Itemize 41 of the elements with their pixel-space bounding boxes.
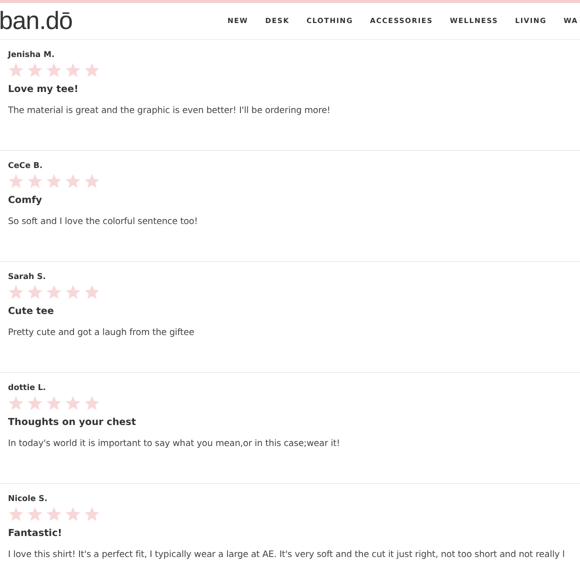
star-icon [65, 396, 81, 411]
reviewer-name: CeCe B. [8, 161, 44, 171]
review-title: Comfy [8, 194, 44, 208]
review-title: Fantastic! [8, 528, 64, 540]
star-icon [27, 284, 43, 300]
review-text: In today's world it is important to say what you mean,or in this case;wear it! [8, 438, 340, 452]
star-icon [8, 396, 24, 411]
star-icon [84, 62, 100, 78]
review-title: Cute tee [8, 306, 55, 318]
star-icon [46, 174, 62, 189]
star-icon [27, 396, 43, 411]
review-title: Thoughts on your chest [8, 416, 137, 430]
star-icon [65, 62, 81, 78]
reviewer-name: Sarah S. [8, 272, 47, 282]
review-text: So soft and I love the colorful sentence too! [8, 216, 198, 230]
star-icon [46, 396, 62, 411]
star-icon [46, 284, 62, 300]
reviewer-name: dottie L. [8, 383, 47, 393]
star-icon [84, 396, 100, 411]
star-icon [27, 174, 43, 189]
review-text: I love this shirt! It's a perfect fit, I typically wear a large at AE. It's very soft and the cut it just right, not too short and not really l [8, 549, 565, 562]
star-icon [27, 62, 43, 78]
star-icon [65, 506, 81, 522]
reviewer-name: Nicole S. [8, 494, 48, 504]
review-title: Love my tee! [8, 84, 80, 96]
star-icon [46, 62, 62, 78]
star-icon [8, 506, 24, 522]
logo[interactable]: ban.dō [0, 8, 72, 34]
star-icon [46, 506, 62, 522]
star-icon [27, 506, 43, 522]
star-icon [8, 284, 24, 300]
star-icon [8, 62, 24, 78]
review-text: Pretty cute and got a laugh from the giftee [8, 327, 194, 340]
review-text: The material is great and the graphic is even better! I'll be ordering more! [8, 105, 330, 118]
star-icon [65, 174, 81, 189]
star-icon [65, 284, 81, 300]
reviewer-name: Jenisha M. [8, 50, 56, 60]
star-icon [84, 506, 100, 522]
star-icon [84, 284, 100, 300]
star-icon [84, 174, 100, 189]
star-icon [8, 174, 24, 189]
